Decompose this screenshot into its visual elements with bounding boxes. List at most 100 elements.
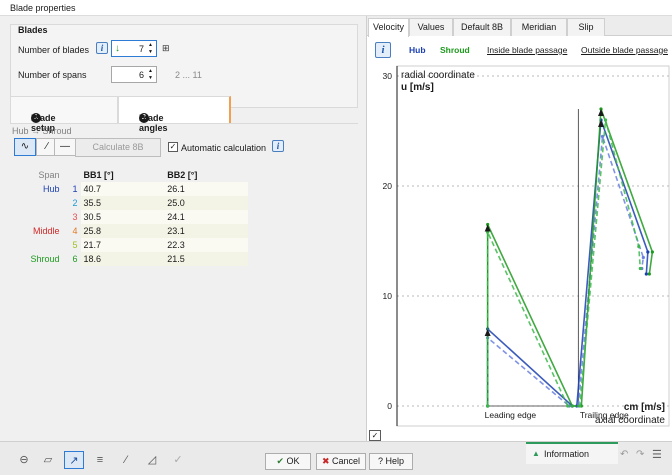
trailing-edge-annotation: Trailing edge	[580, 410, 629, 420]
number-of-blades-stepper[interactable]: ↓ 7 ▲ ▼	[111, 40, 157, 57]
meridian-view-icon[interactable]: ⊖	[14, 451, 34, 469]
data-point	[641, 255, 645, 260]
velocity-diagram-icon[interactable]: ↗	[64, 451, 84, 469]
span-name: Hub	[43, 184, 60, 194]
tab-default-8b[interactable]: Default 8B	[453, 18, 511, 36]
blade-angle-table: Span BB1 [°] BB2 [°] Hub 1 40.7 26.1 2 35.5 25…	[14, 168, 248, 266]
arrow-down-icon: ↓	[115, 43, 120, 54]
info-icon[interactable]: i	[96, 42, 108, 54]
table-row[interactable]: 3 30.5 24.1	[14, 210, 248, 224]
legend-shroud: Shroud	[440, 45, 470, 55]
legend-hub: Hub	[409, 45, 426, 55]
velocity-triangle-chart[interactable]: 0102030 radial coordinateu [m/s]cm [m/s]a…	[367, 61, 672, 441]
blade-profile-icon[interactable]: ⁄	[116, 451, 136, 469]
bb1-value[interactable]: 35.5	[80, 196, 165, 210]
tab-blade-setup[interactable]: 1 Blade setup	[10, 96, 118, 133]
redo-icon[interactable]: ↷	[636, 449, 644, 460]
tab-slip[interactable]: Slip	[567, 18, 605, 36]
span-name	[14, 196, 66, 210]
data-point	[603, 118, 608, 122]
data-point	[644, 272, 648, 276]
tab-values[interactable]: Values	[409, 18, 453, 36]
bb2-value[interactable]: 25.0	[164, 196, 248, 210]
table-row[interactable]: 2 35.5 25.0	[14, 196, 248, 210]
undo-icon[interactable]: ↶	[620, 449, 628, 460]
y-tick-label: 10	[383, 291, 393, 301]
legend-inside-passage[interactable]: Inside blade passage	[487, 45, 567, 55]
axis-label-cm: cm [m/s]	[624, 402, 665, 413]
span-number: 2	[72, 198, 78, 208]
table-row[interactable]: Hub 1 40.7 26.1	[14, 182, 248, 196]
y-tick-label: 0	[387, 401, 392, 411]
automatic-calculation-label: Automatic calculation	[181, 143, 267, 153]
triangle-up-icon: ▲	[532, 449, 540, 458]
y-tick-label: 30	[383, 71, 393, 81]
bb1-value[interactable]: 18.6	[80, 252, 165, 266]
stepper-arrows-icon[interactable]: ▲ ▼	[146, 42, 155, 56]
info-icon[interactable]: i	[272, 140, 284, 152]
data-point	[650, 250, 654, 254]
data-point	[637, 244, 641, 249]
bb1-value[interactable]: 25.8	[80, 224, 165, 238]
stepper-arrows-icon[interactable]: ▲ ▼	[146, 68, 155, 82]
blades-group-title: Blades	[18, 25, 48, 35]
ok-button[interactable]: ✔ OK	[265, 453, 311, 470]
number-of-spans-label: Number of spans	[18, 70, 87, 80]
table-row[interactable]: 5 21.7 22.3	[14, 238, 248, 252]
tab-meridian[interactable]: Meridian	[511, 18, 567, 36]
tab-divider	[10, 123, 358, 124]
span-number: 6	[72, 254, 78, 264]
tab-velocity[interactable]: Velocity	[368, 18, 409, 37]
curve-mode-icon[interactable]: ∿	[14, 138, 36, 156]
data-point	[566, 404, 570, 408]
y-tick-label: 20	[383, 181, 393, 191]
number-of-blades-label: Number of blades	[18, 45, 90, 55]
legend-outside-passage[interactable]: Outside blade passage	[581, 45, 668, 55]
bb1-value[interactable]: 40.7	[80, 182, 165, 196]
plot-area	[396, 65, 670, 427]
menu-icon[interactable]: ☰	[652, 448, 662, 461]
bb2-value[interactable]: 21.5	[164, 252, 248, 266]
span-name: Shroud	[30, 254, 60, 264]
constant-mode-icon[interactable]: —	[54, 138, 76, 156]
span-number: 3	[72, 212, 78, 222]
help-icon: ?	[377, 456, 383, 466]
window-title: Blade properties	[10, 3, 76, 13]
table-row[interactable]: Middle 4 25.8 23.1	[14, 224, 248, 238]
blade-layers-icon[interactable]: ▱	[38, 451, 58, 469]
diagram-legend: i Hub Shroud Inside blade passage Outsid…	[367, 40, 672, 60]
span-number: 4	[72, 226, 78, 236]
bb1-value[interactable]: 21.7	[80, 238, 165, 252]
tab-blade-angles[interactable]: 2 Blade angles	[118, 96, 231, 133]
check-disabled-icon[interactable]: ✓	[168, 451, 188, 469]
data-point	[638, 266, 642, 271]
blade-lines-icon[interactable]: ≡	[90, 451, 110, 469]
table-row[interactable]: Shroud 6 18.6 21.5	[14, 252, 248, 266]
bb2-value[interactable]: 23.1	[164, 224, 248, 238]
title-bar: Blade properties	[0, 0, 672, 16]
diagram-options-checkbox[interactable]: ✓	[369, 430, 381, 441]
bb1-value[interactable]: 30.5	[80, 210, 165, 224]
bb2-value[interactable]: 26.1	[164, 182, 248, 196]
info-icon[interactable]: i	[375, 42, 391, 58]
grid-icon[interactable]: ⊞	[162, 43, 170, 54]
automatic-calculation-checkbox[interactable]: ✓	[168, 142, 178, 152]
number-of-spans-stepper[interactable]: 6 ▲ ▼	[111, 66, 157, 83]
data-point	[647, 272, 651, 276]
span-name	[14, 210, 66, 224]
calculate-button[interactable]: Calculate 8B	[75, 138, 161, 157]
airfoil-icon[interactable]: ◿	[142, 451, 162, 469]
cancel-button[interactable]: ✖ Cancel	[316, 453, 366, 470]
information-tab[interactable]: ▲ Information	[526, 442, 618, 464]
bb2-value[interactable]: 24.1	[164, 210, 248, 224]
spans-range: 2 ... 11	[175, 70, 202, 80]
hub-shroud-label: Hub → Shroud	[12, 126, 72, 136]
span-number: 1	[72, 184, 78, 194]
check-icon: ✔	[276, 456, 284, 466]
span-name	[14, 238, 66, 252]
axis-label-radial: radial coordinate	[401, 70, 475, 81]
help-button[interactable]: ? Help	[369, 453, 413, 470]
axis-label-u: u [m/s]	[401, 82, 434, 93]
data-point	[578, 404, 582, 408]
bb2-value[interactable]: 22.3	[164, 238, 248, 252]
